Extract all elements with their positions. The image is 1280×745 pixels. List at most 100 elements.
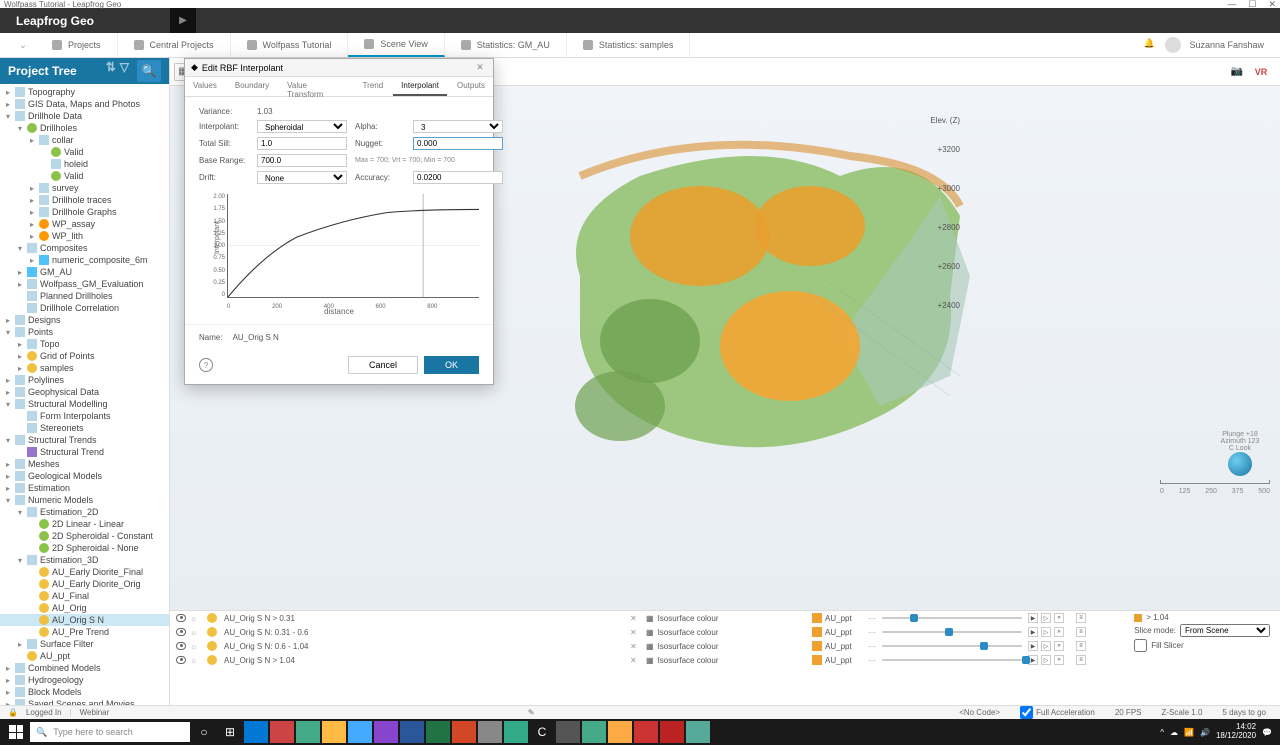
accuracy-input[interactable] xyxy=(413,171,503,184)
interpolant-select[interactable]: Spheroidal xyxy=(257,120,347,133)
dialog-close-icon[interactable]: ✕ xyxy=(473,61,487,75)
color-swatch[interactable] xyxy=(812,613,822,623)
cancel-button[interactable]: Cancel xyxy=(348,356,418,374)
opts-icon[interactable]: ⋯ xyxy=(868,656,876,665)
light-icon[interactable]: ☼ xyxy=(190,656,197,665)
remove-icon[interactable]: ✕ xyxy=(630,614,640,623)
minimize-button[interactable]: — xyxy=(1227,0,1236,10)
nugget-input[interactable] xyxy=(413,137,503,150)
search-icon[interactable]: 🔍 xyxy=(137,60,161,82)
skip-icon[interactable]: ▷ xyxy=(1041,613,1051,623)
tree-item[interactable]: ▾Structural Modelling xyxy=(0,398,169,410)
visibility-icon[interactable] xyxy=(176,614,186,622)
app-15-icon[interactable] xyxy=(608,721,632,743)
onedrive-icon[interactable]: ☁ xyxy=(1170,728,1178,737)
tree-item[interactable]: AU_Final xyxy=(0,590,169,602)
tree-item[interactable]: ▸Designs xyxy=(0,314,169,326)
tree-item[interactable]: ▸samples xyxy=(0,362,169,374)
app-2-icon[interactable] xyxy=(270,721,294,743)
tree-item[interactable]: ▸Topography xyxy=(0,86,169,98)
tree-item[interactable]: ▸Meshes xyxy=(0,458,169,470)
avatar[interactable] xyxy=(1165,37,1181,53)
tree-item[interactable]: ▸Estimation xyxy=(0,482,169,494)
orientation-widget[interactable]: Plunge +18 Azimuth 123 C Look xyxy=(1210,431,1270,480)
color-swatch[interactable] xyxy=(812,655,822,665)
tab-central-projects[interactable]: Central Projects xyxy=(118,33,231,57)
tab-statistics-samples[interactable]: Statistics: samples xyxy=(567,33,691,57)
opacity-slider[interactable] xyxy=(882,631,1022,633)
tree-item[interactable]: AU_Orig xyxy=(0,602,169,614)
ff-icon[interactable]: » xyxy=(1054,655,1064,665)
tree-item[interactable]: Structural Trend xyxy=(0,446,169,458)
light-icon[interactable]: ☼ xyxy=(190,628,197,637)
total-sill-input[interactable] xyxy=(257,137,347,150)
app-14-icon[interactable] xyxy=(582,721,606,743)
notifications-icon[interactable]: 💬 xyxy=(1262,728,1272,737)
fill-slicer-checkbox[interactable] xyxy=(1134,639,1147,652)
tree-item[interactable]: ▸Polylines xyxy=(0,374,169,386)
tree-item[interactable]: AU_ppt xyxy=(0,650,169,662)
dialog-tab-values[interactable]: Values xyxy=(185,77,225,96)
remove-icon[interactable]: ✕ xyxy=(630,642,640,651)
dialog-tab-boundary[interactable]: Boundary xyxy=(227,77,277,96)
tree-item[interactable]: Stereonets xyxy=(0,422,169,434)
orient-ball-icon[interactable] xyxy=(1228,452,1252,476)
tree-item[interactable]: 2D Spheroidal - Constant xyxy=(0,530,169,542)
tree-item[interactable]: ▾Drillhole Data xyxy=(0,110,169,122)
opacity-slider[interactable] xyxy=(882,645,1022,647)
list-icon[interactable]: ≡ xyxy=(1076,627,1086,637)
tree-item[interactable]: ▸Grid of Points xyxy=(0,350,169,362)
tree-item[interactable]: ▸Wolfpass_GM_Evaluation xyxy=(0,278,169,290)
skip-icon[interactable]: ▷ xyxy=(1041,655,1051,665)
app-4-icon[interactable] xyxy=(322,721,346,743)
tree-item[interactable]: 2D Linear - Linear xyxy=(0,518,169,530)
filter-icon[interactable]: ▽ xyxy=(120,60,129,82)
sort-icon[interactable]: ⇅ xyxy=(106,60,116,82)
system-tray[interactable]: ^ ☁ 📶 🔊 14:02 18/12/2020 💬 xyxy=(1160,723,1276,741)
ok-button[interactable]: OK xyxy=(424,356,479,374)
app-9-icon[interactable] xyxy=(452,721,476,743)
dialog-tab-trend[interactable]: Trend xyxy=(355,77,392,96)
list-icon[interactable]: ≡ xyxy=(1076,641,1086,651)
tab-wolfpass-tutorial[interactable]: Wolfpass Tutorial xyxy=(231,33,349,57)
tree-item[interactable]: ▸Surface Filter xyxy=(0,638,169,650)
list-icon[interactable]: ≡ xyxy=(1076,655,1086,665)
taskbar-search[interactable]: 🔍 Type here to search xyxy=(30,722,190,742)
tab-scene-view[interactable]: Scene View xyxy=(348,33,444,57)
edit-icon[interactable]: ✎ xyxy=(528,708,535,717)
maximize-button[interactable]: ☐ xyxy=(1248,0,1256,10)
remove-icon[interactable]: ✕ xyxy=(630,656,640,665)
opacity-slider[interactable] xyxy=(882,659,1022,661)
bell-icon[interactable]: 🔔 xyxy=(1143,38,1157,52)
help-icon[interactable]: ? xyxy=(199,358,213,372)
task-view-icon[interactable]: ⊞ xyxy=(218,721,242,743)
full-accel-checkbox[interactable] xyxy=(1020,706,1033,719)
tree-item[interactable]: ▸WP_lith xyxy=(0,230,169,242)
app-5-icon[interactable] xyxy=(348,721,372,743)
tree-item[interactable]: ▸Topo xyxy=(0,338,169,350)
wifi-icon[interactable]: 📶 xyxy=(1184,728,1194,737)
tree-item[interactable]: AU_Pre Trend xyxy=(0,626,169,638)
play-icon[interactable]: ▶ xyxy=(1028,641,1038,651)
tree-item[interactable]: AU_Early Diorite_Final xyxy=(0,566,169,578)
tree-item[interactable]: AU_Orig S N xyxy=(0,614,169,626)
dialog-tab-outputs[interactable]: Outputs xyxy=(449,77,493,96)
tree-item[interactable]: ▾Estimation_2D xyxy=(0,506,169,518)
tree-item[interactable]: 2D Spheroidal - None xyxy=(0,542,169,554)
app-8-icon[interactable] xyxy=(426,721,450,743)
app-18-icon[interactable] xyxy=(686,721,710,743)
tree-item[interactable]: ▾Numeric Models xyxy=(0,494,169,506)
volume-icon[interactable]: 🔊 xyxy=(1200,728,1210,737)
tree-item[interactable]: AU_Early Diorite_Orig xyxy=(0,578,169,590)
app-3-icon[interactable] xyxy=(296,721,320,743)
dialog-tab-value-transform[interactable]: Value Transform xyxy=(279,77,352,96)
iso-icon[interactable]: ▦ xyxy=(646,642,654,651)
play-icon[interactable]: ▶ xyxy=(1028,613,1038,623)
cortana-icon[interactable]: ○ xyxy=(192,721,216,743)
iso-icon[interactable]: ▦ xyxy=(646,628,654,637)
ff-icon[interactable]: » xyxy=(1054,627,1064,637)
color-swatch[interactable] xyxy=(812,627,822,637)
tree-item[interactable]: ▾Composites xyxy=(0,242,169,254)
app-1-icon[interactable] xyxy=(244,721,268,743)
tree-item[interactable]: ▸survey xyxy=(0,182,169,194)
